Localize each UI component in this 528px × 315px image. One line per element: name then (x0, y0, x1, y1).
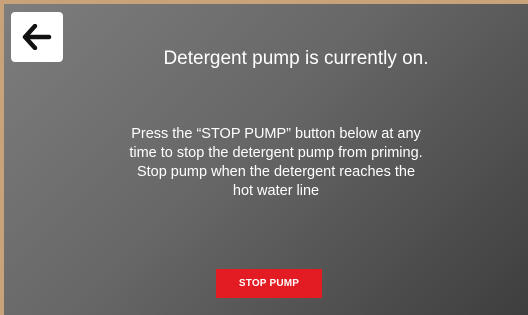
instruction-line: time to stop the detergent pump from pri… (129, 145, 423, 161)
instruction-line: Press the “STOP PUMP” button below at an… (131, 126, 421, 142)
instruction-line: Stop pump when the detergent reaches the (136, 164, 416, 180)
arrow-left-icon (22, 24, 52, 50)
instructions-text: Press the “STOP PUMP” button below at an… (84, 125, 468, 201)
pump-screen: Detergent pump is currently on. Press th… (4, 4, 528, 315)
instruction-line: hot water line (232, 183, 320, 199)
stop-pump-button[interactable]: STOP PUMP (216, 269, 322, 298)
back-button[interactable] (11, 12, 63, 62)
page-title: Detergent pump is currently on. (163, 48, 429, 69)
